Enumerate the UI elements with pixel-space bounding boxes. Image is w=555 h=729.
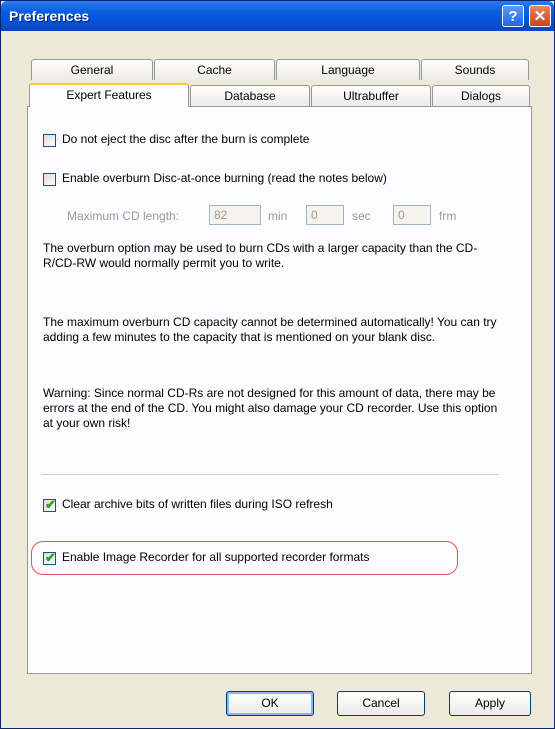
tab-general[interactable]: General (31, 59, 153, 80)
no-eject-label[interactable]: Do not eject the disc after the burn is … (62, 132, 309, 146)
tab-ultrabuffer[interactable]: Ultrabuffer (311, 85, 431, 106)
tab-label: General (70, 63, 114, 77)
frames-unit: frm (439, 209, 457, 223)
tab-label: Language (321, 63, 375, 77)
minutes-unit: min (268, 209, 288, 223)
tab-label: Expert Features (66, 88, 152, 102)
apply-button[interactable]: Apply (449, 691, 531, 716)
section-divider (41, 474, 499, 475)
seconds-unit: sec (352, 209, 371, 223)
ok-label: OK (261, 696, 279, 710)
tab-label: Dialogs (460, 89, 502, 103)
preferences-dialog: Preferences ? ✕ General Cache Language S… (0, 0, 555, 729)
seconds-field[interactable]: 0 (306, 205, 344, 225)
seconds-value: 0 (311, 208, 318, 222)
tab-expert-features[interactable]: Expert Features (29, 83, 189, 107)
minutes-field[interactable]: 82 (209, 205, 261, 225)
tab-sounds[interactable]: Sounds (421, 59, 529, 80)
image-recorder-label[interactable]: Enable Image Recorder for all supported … (62, 550, 369, 564)
overburn-note: The overburn option may be used to burn … (43, 241, 478, 270)
tab-cache[interactable]: Cache (154, 59, 275, 80)
minutes-value: 82 (214, 208, 228, 222)
frames-value: 0 (398, 208, 405, 222)
no-eject-checkbox[interactable] (43, 134, 56, 147)
clear-archive-checkbox[interactable]: ✔ (43, 497, 56, 512)
close-button[interactable]: ✕ (529, 5, 551, 27)
help-button[interactable]: ? (502, 5, 524, 27)
help-icon: ? (508, 7, 518, 25)
image-recorder-checkbox[interactable]: ✔ (43, 550, 56, 565)
overburn-label[interactable]: Enable overburn Disc-at-once burning (re… (62, 171, 387, 185)
warning-note: Warning: Since normal CD-Rs are not desi… (43, 386, 498, 430)
tab-label: Cache (197, 63, 232, 77)
max-cd-length-label: Maximum CD length: (67, 209, 180, 223)
apply-label: Apply (474, 696, 506, 710)
tab-database[interactable]: Database (190, 85, 310, 106)
cancel-label: Cancel (362, 696, 400, 710)
tab-language[interactable]: Language (276, 59, 420, 80)
tab-label: Ultrabuffer (343, 89, 399, 103)
cancel-button[interactable]: Cancel (337, 691, 425, 716)
close-icon: ✕ (533, 8, 547, 25)
tab-label: Database (224, 89, 276, 103)
tab-dialogs[interactable]: Dialogs (432, 85, 530, 106)
title-bar[interactable]: Preferences ? ✕ (1, 1, 554, 31)
tab-label: Sounds (454, 63, 496, 77)
checkmark-icon: ✔ (45, 550, 56, 565)
capacity-note: The maximum overburn CD capacity cannot … (43, 315, 497, 344)
ok-button[interactable]: OK (226, 691, 314, 716)
frames-field[interactable]: 0 (393, 205, 431, 225)
window-title: Preferences (9, 8, 90, 24)
checkmark-icon: ✔ (45, 497, 56, 512)
clear-archive-label[interactable]: Clear archive bits of written files duri… (62, 497, 333, 511)
overburn-checkbox[interactable] (43, 173, 56, 186)
